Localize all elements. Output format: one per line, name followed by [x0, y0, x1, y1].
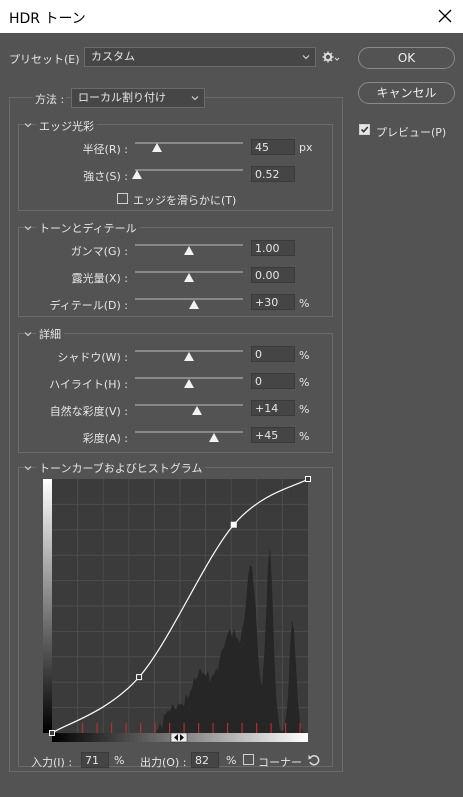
preset-label: プリセット(E) :	[9, 53, 87, 66]
saturation-unit: %	[299, 430, 310, 443]
preset-dropdown[interactable]: カスタム	[84, 47, 316, 67]
title-bar: HDR トーン	[0, 0, 463, 33]
input-slider-icon[interactable]	[170, 732, 188, 743]
chevron-down-icon	[302, 55, 310, 60]
preset-value: カスタム	[91, 50, 135, 63]
detail-unit: %	[299, 297, 310, 310]
exposure-input[interactable]: 0.00	[251, 267, 295, 283]
radius-input[interactable]: 45	[251, 139, 295, 155]
input-label: 入力(I) :	[31, 756, 73, 769]
preview-label: プレビュー(P)	[376, 126, 447, 139]
corner-checkbox[interactable]	[243, 754, 254, 765]
strength-slider-track[interactable]	[135, 169, 243, 171]
corner-label: コーナー	[258, 756, 302, 769]
edge-glow-title: エッジ光彩	[36, 118, 97, 134]
preview-checkbox[interactable]	[359, 124, 370, 135]
saturation-slider-thumb[interactable]	[208, 433, 219, 442]
input-unit: %	[114, 754, 125, 767]
vibrance-slider-track[interactable]	[135, 404, 243, 406]
saturation-label: 彩度(A) :	[82, 432, 128, 445]
shadow-input[interactable]: 0	[251, 346, 295, 362]
method-dropdown[interactable]: ローカル割り付け	[71, 88, 205, 108]
curve-point-selected[interactable]	[230, 521, 237, 528]
smooth-edges-label: エッジを滑らかに(T)	[133, 194, 237, 207]
highlight-label: ハイライト(H) :	[49, 378, 128, 391]
method-label: 方法 :	[33, 91, 67, 107]
smooth-edges-checkbox[interactable]	[117, 193, 128, 204]
vibrance-input[interactable]: +14	[251, 400, 295, 416]
chevron-down-icon	[191, 96, 199, 101]
checkmark-icon	[360, 126, 369, 133]
window-title: HDR トーン	[9, 11, 86, 27]
vibrance-slider-thumb[interactable]	[191, 406, 202, 415]
curve-point[interactable]	[305, 476, 311, 482]
output-value-field[interactable]: 82	[191, 752, 219, 768]
method-value: ローカル割り付け	[78, 91, 166, 104]
radius-label: 半径(R) :	[82, 143, 128, 156]
gamma-input[interactable]: 1.00	[251, 240, 295, 256]
advanced-title: 詳細	[36, 326, 64, 342]
highlight-unit: %	[299, 376, 310, 389]
reset-icon[interactable]	[307, 753, 321, 767]
tone-curve-graph[interactable]	[40, 476, 312, 746]
curve-point[interactable]	[136, 674, 143, 681]
strength-slider-thumb[interactable]	[132, 170, 143, 179]
output-label: 出力(O) :	[140, 756, 187, 769]
vibrance-label: 自然な彩度(V) :	[49, 405, 128, 418]
gear-icon[interactable]	[322, 51, 340, 63]
radius-unit: px	[299, 141, 313, 154]
exposure-label: 露光量(X) :	[71, 272, 128, 285]
highlight-input[interactable]: 0	[251, 373, 295, 389]
strength-input[interactable]: 0.52	[251, 166, 295, 182]
cancel-button[interactable]: キャンセル	[358, 82, 455, 104]
output-gradient-bar	[43, 479, 52, 733]
saturation-input[interactable]: +45	[251, 427, 295, 443]
strength-label: 強さ(S) :	[83, 170, 128, 183]
chevron-down-icon[interactable]	[24, 121, 32, 129]
gamma-label: ガンマ(G) :	[70, 245, 128, 258]
gamma-slider-thumb[interactable]	[184, 246, 194, 255]
highlight-slider-thumb[interactable]	[184, 379, 194, 388]
close-icon[interactable]	[436, 7, 454, 25]
ok-button[interactable]: OK	[358, 47, 455, 69]
tone-detail-title: トーンとディテール	[36, 220, 140, 236]
curve-title: トーンカーブおよびヒストグラム	[36, 460, 206, 476]
saturation-slider-track[interactable]	[135, 431, 243, 433]
input-value-field[interactable]: 71	[81, 752, 109, 768]
shadow-unit: %	[299, 349, 310, 362]
detail-slider-thumb[interactable]	[189, 300, 200, 309]
shadow-label: シャドウ(W) :	[57, 351, 128, 364]
vibrance-unit: %	[299, 403, 310, 416]
output-unit: %	[226, 754, 237, 767]
shadow-slider-thumb[interactable]	[184, 352, 194, 361]
detail-input[interactable]: +30	[251, 294, 295, 310]
detail-label: ディテール(D) :	[49, 299, 129, 312]
chevron-down-icon[interactable]	[24, 224, 32, 232]
radius-slider-thumb[interactable]	[151, 143, 162, 152]
curve-point[interactable]	[49, 730, 55, 736]
chevron-down-icon[interactable]	[24, 464, 32, 472]
chevron-down-icon[interactable]	[24, 330, 32, 338]
exposure-slider-thumb[interactable]	[184, 273, 194, 282]
